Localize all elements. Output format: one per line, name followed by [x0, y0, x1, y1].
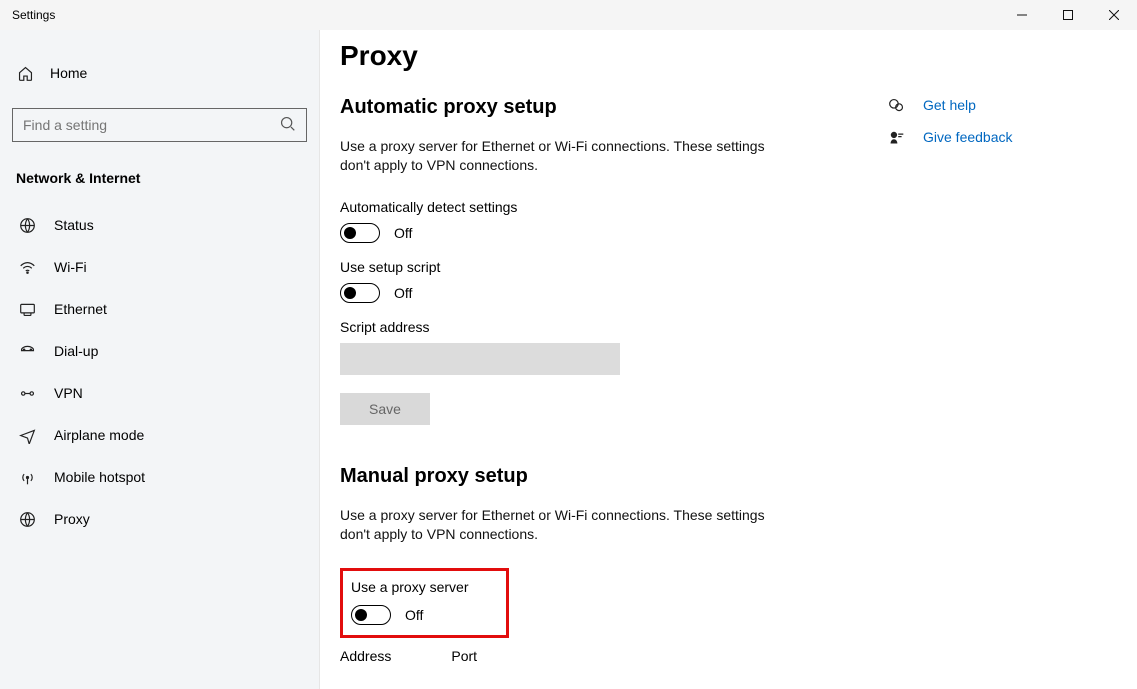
use-proxy-label: Use a proxy server — [351, 579, 468, 595]
section-manual-heading: Manual proxy setup — [340, 465, 847, 488]
search-icon — [279, 115, 296, 135]
sidebar-item-label: VPN — [54, 385, 83, 401]
sidebar-item-label: Status — [54, 217, 94, 233]
home-icon — [16, 64, 34, 82]
home-link[interactable]: Home — [0, 56, 319, 90]
get-help-link[interactable]: Get help — [887, 96, 1107, 114]
main-content: Proxy Automatic proxy setup Use a proxy … — [340, 40, 857, 689]
section-automatic-heading: Automatic proxy setup — [340, 96, 847, 119]
search-input[interactable] — [23, 117, 269, 133]
sidebar-item-ethernet[interactable]: Ethernet — [0, 288, 319, 330]
airplane-icon — [18, 426, 36, 444]
window-title: Settings — [12, 8, 55, 22]
use-script-toggle[interactable] — [340, 283, 380, 303]
hotspot-icon — [18, 468, 36, 486]
auto-detect-toggle[interactable] — [340, 223, 380, 243]
help-icon — [887, 96, 905, 114]
use-proxy-state: Off — [405, 607, 423, 623]
sidebar-item-wifi[interactable]: Wi-Fi — [0, 246, 319, 288]
sidebar-item-label: Proxy — [54, 511, 90, 527]
give-feedback-link[interactable]: Give feedback — [887, 128, 1107, 146]
use-proxy-toggle-row: Off — [351, 605, 468, 625]
proxy-icon — [18, 510, 36, 528]
maximize-button[interactable] — [1045, 0, 1091, 30]
get-help-label: Get help — [923, 97, 976, 113]
auto-detect-state: Off — [394, 225, 412, 241]
window-controls — [999, 0, 1137, 30]
script-address-label: Script address — [340, 319, 847, 335]
home-label: Home — [50, 65, 87, 81]
vpn-icon — [18, 384, 36, 402]
sidebar-item-proxy[interactable]: Proxy — [0, 498, 319, 540]
auto-detect-label: Automatically detect settings — [340, 199, 847, 215]
sidebar-item-airplane[interactable]: Airplane mode — [0, 414, 319, 456]
sidebar-item-vpn[interactable]: VPN — [0, 372, 319, 414]
give-feedback-label: Give feedback — [923, 129, 1013, 145]
ethernet-icon — [18, 300, 36, 318]
sidebar-item-label: Airplane mode — [54, 427, 144, 443]
sidebar-item-label: Ethernet — [54, 301, 107, 317]
highlight-use-proxy: Use a proxy server Off — [340, 568, 509, 638]
port-label: Port — [451, 648, 477, 664]
close-button[interactable] — [1091, 0, 1137, 30]
auto-detect-toggle-row: Off — [340, 223, 847, 243]
sidebar: Home Network & Internet Status Wi-Fi Eth… — [0, 30, 320, 689]
use-script-label: Use setup script — [340, 259, 847, 275]
section-automatic-desc: Use a proxy server for Ethernet or Wi-Fi… — [340, 137, 770, 175]
address-port-row: Address Port — [340, 648, 847, 672]
script-address-input[interactable] — [340, 343, 620, 375]
minimize-button[interactable] — [999, 0, 1045, 30]
sidebar-item-label: Mobile hotspot — [54, 469, 145, 485]
address-label: Address — [340, 648, 391, 664]
wifi-icon — [18, 258, 36, 276]
sidebar-item-label: Dial-up — [54, 343, 98, 359]
section-manual-desc: Use a proxy server for Ethernet or Wi-Fi… — [340, 506, 770, 544]
globe-icon — [18, 216, 36, 234]
sidebar-item-hotspot[interactable]: Mobile hotspot — [0, 456, 319, 498]
title-bar: Settings — [0, 0, 1137, 30]
sidebar-item-label: Wi-Fi — [54, 259, 87, 275]
save-button[interactable]: Save — [340, 393, 430, 425]
use-script-toggle-row: Off — [340, 283, 847, 303]
sidebar-category: Network & Internet — [0, 160, 319, 204]
feedback-icon — [887, 128, 905, 146]
sidebar-item-status[interactable]: Status — [0, 204, 319, 246]
use-script-state: Off — [394, 285, 412, 301]
aside-links: Get help Give feedback — [887, 96, 1107, 160]
page-title: Proxy — [340, 40, 847, 72]
dialup-icon — [18, 342, 36, 360]
sidebar-item-dialup[interactable]: Dial-up — [0, 330, 319, 372]
use-proxy-toggle[interactable] — [351, 605, 391, 625]
search-box[interactable] — [12, 108, 307, 142]
